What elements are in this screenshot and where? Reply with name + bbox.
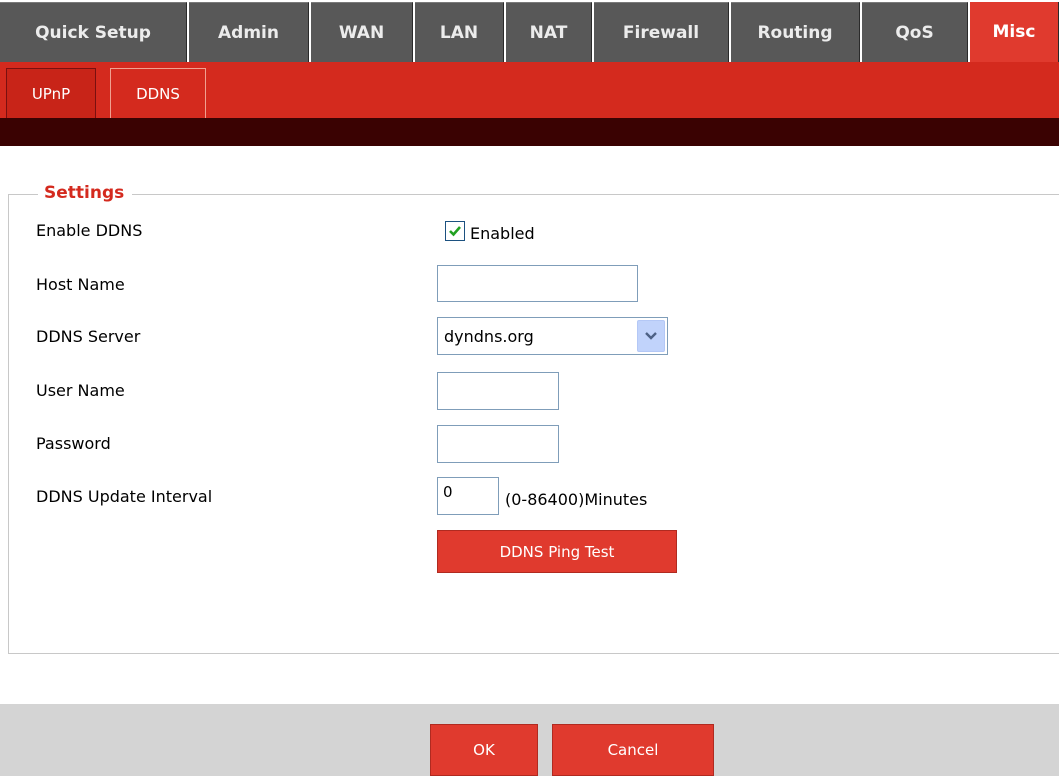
tab-label: Routing <box>757 22 833 43</box>
ddns-server-value: dyndns.org <box>444 326 534 346</box>
update-interval-hint: (0-86400)Minutes <box>505 490 648 509</box>
enable-ddns-label: Enable DDNS <box>36 221 143 240</box>
ddns-server-label: DDNS Server <box>36 327 141 346</box>
tab-label: Firewall <box>622 22 700 43</box>
tab-label: Misc <box>992 22 1036 42</box>
tab-firewall[interactable]: Firewall <box>594 2 729 62</box>
header-divider-bar <box>0 118 1059 146</box>
password-input[interactable] <box>437 425 559 463</box>
tab-label: Admin <box>218 22 279 43</box>
password-label: Password <box>36 434 111 453</box>
subtab-ddns[interactable]: DDNS <box>110 68 206 118</box>
tab-routing[interactable]: Routing <box>731 2 860 62</box>
tab-label: Quick Setup <box>35 22 151 43</box>
subtab-upnp[interactable]: UPnP <box>6 68 96 118</box>
tab-quick-setup[interactable]: Quick Setup <box>0 2 187 62</box>
tab-misc[interactable]: Misc <box>970 2 1059 62</box>
ok-button[interactable]: OK <box>430 724 538 776</box>
settings-legend: Settings <box>38 183 133 203</box>
tab-label: NAT <box>529 22 568 43</box>
host-name-label: Host Name <box>36 275 125 294</box>
ddns-ping-test-button[interactable]: DDNS Ping Test <box>437 530 677 573</box>
subtab-label: UPnP <box>31 84 71 103</box>
subtab-label: DDNS <box>136 84 180 103</box>
update-interval-label: DDNS Update Interval <box>36 487 213 506</box>
ddns-server-select[interactable]: dyndns.org <box>437 317 668 355</box>
settings-fieldset <box>8 194 1059 654</box>
tab-label: LAN <box>439 22 479 43</box>
user-name-input[interactable] <box>437 372 559 410</box>
top-navigation: Quick Setup Admin WAN LAN NAT Firewall R… <box>0 0 1059 62</box>
tab-label: QoS <box>895 22 934 43</box>
user-name-label: User Name <box>36 381 125 400</box>
cancel-button[interactable]: Cancel <box>552 724 714 776</box>
checkmark-icon <box>449 226 461 237</box>
tab-label: WAN <box>338 22 385 43</box>
chevron-down-icon[interactable] <box>637 320 665 352</box>
enable-ddns-checkbox[interactable] <box>445 221 465 241</box>
host-name-input[interactable] <box>437 265 638 302</box>
tab-lan[interactable]: LAN <box>415 2 504 62</box>
tab-qos[interactable]: QoS <box>862 2 968 62</box>
sub-navigation: UPnP DDNS <box>0 62 1059 118</box>
tab-nat[interactable]: NAT <box>506 2 592 62</box>
update-interval-input[interactable]: 0 <box>437 477 499 515</box>
enabled-checkbox-label: Enabled <box>470 224 535 243</box>
tab-admin[interactable]: Admin <box>189 2 309 62</box>
tab-wan[interactable]: WAN <box>311 2 413 62</box>
